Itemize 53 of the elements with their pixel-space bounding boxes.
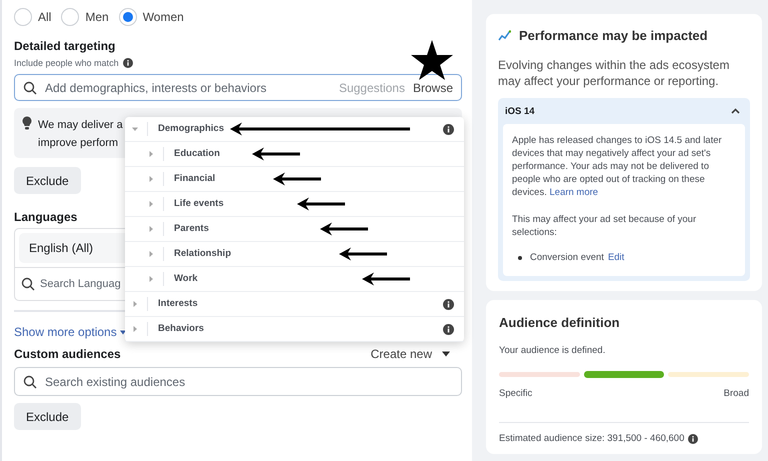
meter-label: Broad xyxy=(724,388,749,399)
caret-icon xyxy=(131,125,139,133)
menu-item[interactable]: Behaviors xyxy=(125,317,464,342)
radio-button[interactable] xyxy=(61,8,80,26)
tip-text: We may deliver a improve perform xyxy=(38,118,123,151)
radio-label: All xyxy=(38,10,52,24)
audience-status: Your audience is defined. xyxy=(499,344,606,357)
search-icon xyxy=(23,80,37,94)
menu-item[interactable]: Interests xyxy=(125,292,464,317)
learn-more-link[interactable]: Learn more xyxy=(550,187,598,198)
info-icon xyxy=(443,324,454,334)
ios-notice: Apple has released changes to iOS 14.5 and later devices that may negatively affect your ad set's performance. Your ads may not be delivered to people who are opted out of tracking on these devices. Learn more xyxy=(512,134,723,199)
search-icon xyxy=(23,374,37,388)
section-header: iOS 14 xyxy=(505,106,535,116)
bullet-icon xyxy=(518,256,522,260)
trend-icon xyxy=(498,30,511,41)
selection-note: This may affect your ad set because of your selections: xyxy=(512,213,698,239)
search-icon xyxy=(21,277,35,291)
list-item: Conversion event xyxy=(530,252,604,263)
caret-icon xyxy=(147,150,155,158)
section-title: Detailed targeting xyxy=(14,39,116,53)
exclude-button[interactable]: Exclude xyxy=(14,403,81,430)
audience-search-field[interactable]: Search existing audiences xyxy=(14,367,462,396)
radio-label: Men xyxy=(85,10,109,24)
section-title: Languages xyxy=(14,210,78,224)
caret-icon xyxy=(147,175,155,183)
radio-label: Women xyxy=(142,10,184,24)
radio-button[interactable] xyxy=(14,8,32,26)
lightbulb-icon xyxy=(22,116,32,130)
browse-tab[interactable]: Browse xyxy=(412,80,453,94)
section-title: Custom audiences xyxy=(14,347,121,361)
info-icon xyxy=(688,434,698,444)
chevron-icon[interactable] xyxy=(731,108,740,114)
caret-icon xyxy=(131,300,139,308)
meter-label: Specific xyxy=(499,388,532,399)
info-icon xyxy=(122,58,133,68)
show-more-options-link[interactable]: Show more options xyxy=(14,325,117,339)
radio-button[interactable] xyxy=(118,8,137,26)
audience-size: Estimated audience size: 391,500 - 460,600 xyxy=(499,433,684,444)
card-description: Evolving changes within the ads ecosystem may affect your performance or reporting. xyxy=(498,57,730,89)
info-icon xyxy=(443,124,454,134)
card-title: Audience definition xyxy=(499,315,620,330)
language-search-field[interactable]: Search Languag xyxy=(40,278,121,290)
subtitle: Include people who match xyxy=(14,58,119,68)
create-new-dropdown[interactable]: Create new xyxy=(370,347,432,361)
edit-link[interactable]: Edit xyxy=(608,252,624,263)
caret-icon xyxy=(147,250,155,258)
caret-icon xyxy=(442,351,450,357)
exclude-button[interactable]: Exclude xyxy=(14,167,81,194)
card-title: Performance may be impacted xyxy=(519,28,708,43)
caret-icon xyxy=(147,275,155,283)
info-icon xyxy=(443,298,454,310)
caret-icon xyxy=(147,200,155,208)
